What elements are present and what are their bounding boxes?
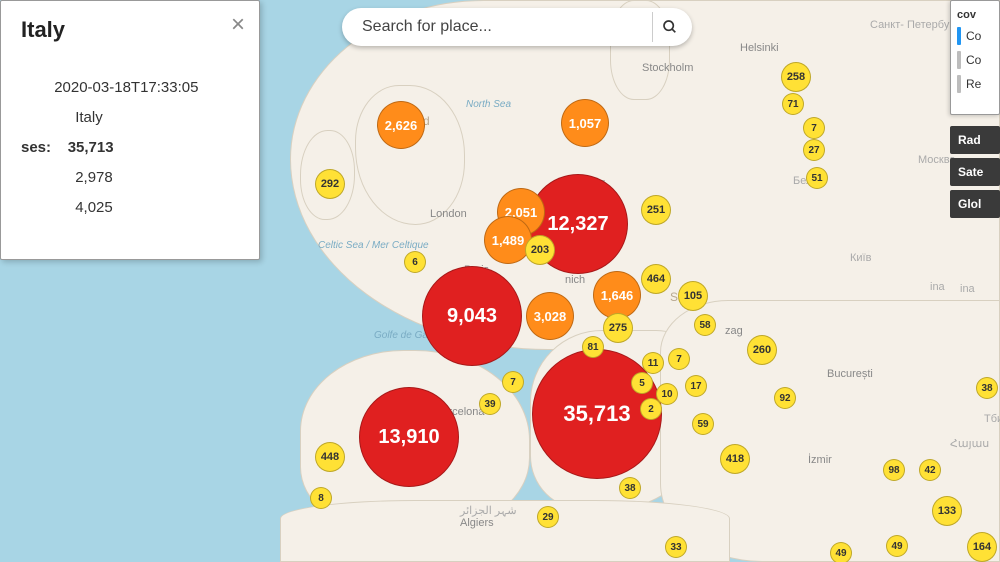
info-panel: × Italy 2020-03-18T17:33:05 Italy ses: 3… bbox=[0, 0, 260, 260]
data-bubble[interactable]: 13,910 bbox=[359, 387, 459, 487]
data-bubble[interactable]: 292 bbox=[315, 169, 345, 199]
data-bubble[interactable]: 38 bbox=[619, 477, 641, 499]
view-buttons: Rad Sate Glol bbox=[950, 126, 1000, 222]
data-bubble[interactable]: 7 bbox=[502, 371, 524, 393]
data-bubble[interactable]: 7 bbox=[668, 348, 690, 370]
data-bubble[interactable]: 251 bbox=[641, 195, 671, 225]
data-bubble[interactable]: 38 bbox=[976, 377, 998, 399]
data-bubble[interactable]: 29 bbox=[537, 506, 559, 528]
legend-label: Re bbox=[966, 77, 981, 91]
search-button[interactable] bbox=[652, 12, 686, 42]
info-date: 2020-03-18T17:33:05 bbox=[54, 79, 198, 96]
data-bubble[interactable]: 59 bbox=[692, 413, 714, 435]
info-confirmed: 35,713 bbox=[68, 139, 114, 156]
view-button[interactable]: Glol bbox=[950, 190, 1000, 218]
data-bubble[interactable]: 1,057 bbox=[561, 99, 609, 147]
data-bubble[interactable]: 51 bbox=[806, 167, 828, 189]
data-bubble[interactable]: 5 bbox=[631, 372, 653, 394]
data-bubble[interactable]: 33 bbox=[665, 536, 687, 558]
data-bubble[interactable]: 8 bbox=[310, 487, 332, 509]
data-bubble[interactable]: 464 bbox=[641, 264, 671, 294]
legend-label: Co bbox=[966, 53, 981, 67]
data-bubble[interactable]: 105 bbox=[678, 281, 708, 311]
data-bubble[interactable]: 49 bbox=[830, 542, 852, 562]
info-deaths: 2,978 bbox=[75, 169, 113, 186]
legend-swatch bbox=[957, 27, 961, 45]
data-bubble[interactable]: 3,028 bbox=[526, 292, 574, 340]
data-bubble[interactable]: 2 bbox=[640, 398, 662, 420]
data-bubble[interactable]: 42 bbox=[919, 459, 941, 481]
close-icon[interactable]: × bbox=[231, 13, 245, 37]
data-bubble[interactable]: 81 bbox=[582, 336, 604, 358]
data-bubble[interactable]: 27 bbox=[803, 139, 825, 161]
legend-item[interactable]: Re bbox=[957, 75, 993, 93]
data-bubble[interactable]: 6 bbox=[404, 251, 426, 273]
landmass-north-africa bbox=[280, 500, 730, 562]
data-bubble[interactable]: 1,489 bbox=[484, 216, 532, 264]
search-input[interactable] bbox=[362, 18, 652, 36]
data-bubble[interactable]: 7 bbox=[803, 117, 825, 139]
data-bubble[interactable]: 92 bbox=[774, 387, 796, 409]
data-bubble[interactable]: 71 bbox=[782, 93, 804, 115]
data-bubble[interactable]: 49 bbox=[886, 535, 908, 557]
data-bubble[interactable]: 203 bbox=[525, 235, 555, 265]
data-bubble[interactable]: 448 bbox=[315, 442, 345, 472]
info-recovered: 4,025 bbox=[75, 199, 113, 216]
data-bubble[interactable]: 164 bbox=[967, 532, 997, 562]
legend-swatch bbox=[957, 75, 961, 93]
data-bubble[interactable]: 58 bbox=[694, 314, 716, 336]
data-bubble[interactable]: 11 bbox=[642, 352, 664, 374]
data-bubble[interactable]: 275 bbox=[603, 313, 633, 343]
legend-item[interactable]: Co bbox=[957, 51, 993, 69]
search-bar bbox=[342, 8, 692, 46]
legend-swatch bbox=[957, 51, 961, 69]
info-confirmed-label: ses: bbox=[21, 139, 51, 156]
legend-panel: cov Co Co Re bbox=[950, 0, 1000, 115]
legend-title: cov bbox=[957, 9, 993, 21]
data-bubble[interactable]: 17 bbox=[685, 375, 707, 397]
data-bubble[interactable]: 260 bbox=[747, 335, 777, 365]
data-bubble[interactable]: 1,646 bbox=[593, 271, 641, 319]
data-bubble[interactable]: 133 bbox=[932, 496, 962, 526]
info-country: Italy bbox=[75, 109, 103, 126]
data-bubble[interactable]: 258 bbox=[781, 62, 811, 92]
data-bubble[interactable]: 2,626 bbox=[377, 101, 425, 149]
search-icon bbox=[662, 19, 678, 35]
view-button[interactable]: Rad bbox=[950, 126, 1000, 154]
view-button[interactable]: Sate bbox=[950, 158, 1000, 186]
legend-label: Co bbox=[966, 29, 981, 43]
data-bubble[interactable]: 98 bbox=[883, 459, 905, 481]
data-bubble[interactable]: 39 bbox=[479, 393, 501, 415]
data-bubble[interactable]: 9,043 bbox=[422, 266, 522, 366]
legend-item[interactable]: Co bbox=[957, 27, 993, 45]
data-bubble[interactable]: 418 bbox=[720, 444, 750, 474]
map-container[interactable]: HelsinkiСанкт- ПетербургStockholmNorth S… bbox=[0, 0, 1000, 562]
info-panel-title: Italy bbox=[21, 17, 239, 43]
